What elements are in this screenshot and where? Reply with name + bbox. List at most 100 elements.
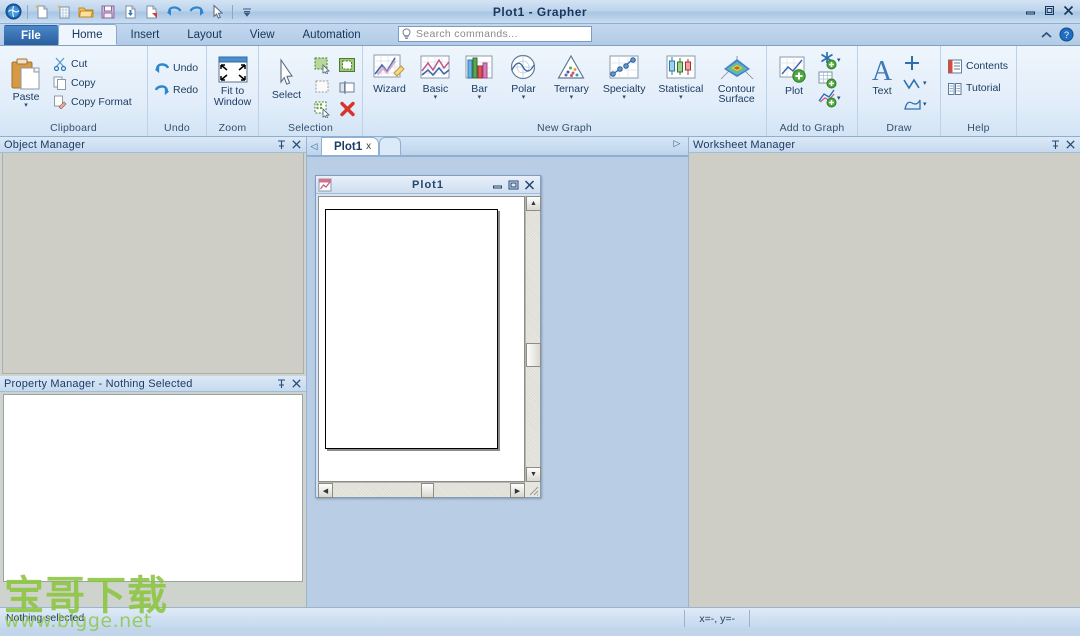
nav-prev-icon[interactable]: ◁ (307, 141, 321, 155)
bar-button[interactable]: Bar ▾ (458, 50, 501, 102)
nav-next-icon[interactable]: ▷ (670, 138, 684, 152)
select-arrow-icon[interactable] (208, 2, 228, 22)
basic-button[interactable]: Basic ▾ (413, 50, 458, 102)
add-table-button[interactable] (818, 70, 841, 89)
specialty-caret-icon[interactable]: ▾ (622, 94, 626, 101)
statistical-caret-icon[interactable]: ▾ (679, 94, 683, 101)
customize-qat-icon[interactable] (237, 2, 257, 22)
plot-button[interactable]: Plot (770, 50, 818, 99)
add-function-button[interactable]: ▾ (818, 51, 841, 70)
minimize-icon[interactable] (492, 180, 503, 190)
collapse-ribbon-icon[interactable] (1040, 30, 1053, 40)
worksheet-manager-content[interactable] (689, 153, 1080, 607)
invert-selection-icon[interactable] (335, 76, 359, 98)
select-similar-icon[interactable] (311, 98, 335, 120)
mdi-window-controls[interactable] (492, 179, 538, 190)
vertical-scroll-thumb[interactable] (526, 343, 541, 367)
vertical-scrollbar[interactable]: ▲ ▼ (525, 196, 541, 482)
fit-to-window-button[interactable]: Fit to Window (210, 50, 255, 110)
draw-polygon-button[interactable]: ▾ (903, 94, 927, 115)
help-icon[interactable]: ? (1059, 27, 1074, 42)
save-icon[interactable] (98, 2, 118, 22)
delete-red-x-icon[interactable] (335, 98, 359, 120)
specialty-button[interactable]: Specialty ▾ (597, 50, 652, 102)
tab-view[interactable]: View (236, 24, 289, 45)
export-icon[interactable] (142, 2, 162, 22)
deselect-icon[interactable] (311, 76, 335, 98)
horizontal-scrollbar[interactable]: ◀ ▶ (318, 482, 525, 498)
close-icon[interactable] (524, 179, 535, 190)
close-icon[interactable] (292, 378, 301, 389)
undo-button[interactable]: Undo (151, 57, 201, 79)
pin-icon[interactable] (277, 378, 286, 389)
draw-polygon-caret-icon[interactable]: ▾ (923, 101, 927, 108)
import-icon[interactable] (120, 2, 140, 22)
horizontal-scroll-thumb[interactable] (421, 483, 434, 498)
statistical-button[interactable]: Statistical ▾ (652, 50, 711, 102)
minimize-icon[interactable] (1023, 3, 1038, 17)
mdi-title-bar[interactable]: Plot1 (316, 176, 540, 194)
search-input[interactable]: Search commands... (398, 26, 592, 42)
close-icon[interactable] (1061, 3, 1076, 17)
document-tab-bar[interactable]: ◁ Plot1 x ▷ (307, 137, 688, 156)
doc-tab-close-icon[interactable]: x (366, 141, 371, 152)
select-object-icon[interactable] (335, 54, 359, 76)
copy-button[interactable]: Copy (49, 73, 135, 92)
doc-tab-plot1[interactable]: Plot1 x (321, 137, 380, 155)
polar-caret-icon[interactable]: ▾ (522, 94, 526, 101)
ribbon-right-controls[interactable]: ? (1040, 27, 1074, 42)
doc-tab-new[interactable] (379, 137, 402, 155)
scroll-right-button[interactable]: ▶ (510, 483, 525, 498)
resize-grip[interactable] (525, 482, 540, 497)
wizard-button[interactable]: Wizard (366, 50, 413, 97)
property-manager-content[interactable] (3, 394, 303, 582)
select-all-icon[interactable] (311, 54, 335, 76)
plot-canvas[interactable] (318, 196, 525, 482)
pin-icon[interactable] (277, 139, 286, 150)
select-button[interactable]: Select (262, 50, 311, 103)
maximize-icon[interactable] (1042, 3, 1057, 17)
undo-icon[interactable] (164, 2, 184, 22)
contents-button[interactable]: Contents (944, 55, 1011, 77)
app-menu-icon[interactable] (3, 2, 23, 22)
draw-polyline-caret-icon[interactable]: ▾ (923, 80, 927, 87)
new-plot-icon[interactable] (32, 2, 52, 22)
contour-surface-button[interactable]: Contour Surface (710, 50, 763, 106)
tab-home[interactable]: Home (57, 24, 117, 45)
add-fit-curve-button[interactable]: ▾ (818, 89, 841, 108)
draw-line-button[interactable] (903, 52, 927, 73)
window-controls[interactable] (1023, 3, 1076, 17)
redo-button[interactable]: Redo (151, 79, 201, 101)
scroll-up-button[interactable]: ▲ (526, 196, 541, 211)
add-fit-curve-caret-icon[interactable]: ▾ (837, 95, 841, 102)
tab-layout[interactable]: Layout (173, 24, 236, 45)
restore-icon[interactable] (508, 180, 519, 190)
cut-button[interactable]: Cut (49, 54, 135, 73)
copy-format-button[interactable]: Copy Format (49, 92, 135, 111)
bar-caret-icon[interactable]: ▾ (478, 94, 482, 101)
vertical-scroll-track[interactable] (526, 211, 541, 467)
close-icon[interactable] (292, 139, 301, 150)
close-icon[interactable] (1066, 139, 1075, 150)
pin-icon[interactable] (1051, 139, 1060, 150)
object-manager-content[interactable] (2, 153, 304, 374)
redo-icon[interactable] (186, 2, 206, 22)
add-function-caret-icon[interactable]: ▾ (837, 57, 841, 64)
new-worksheet-icon[interactable] (54, 2, 74, 22)
tab-insert[interactable]: Insert (117, 24, 174, 45)
paste-button[interactable]: Paste ▾ (3, 50, 49, 110)
ribbon-tab-strip[interactable]: File Home Insert Layout View Automation … (0, 24, 1080, 46)
scroll-left-button[interactable]: ◀ (318, 483, 333, 498)
scroll-down-button[interactable]: ▼ (526, 467, 541, 482)
polar-button[interactable]: Polar ▾ (501, 50, 546, 102)
plot-page[interactable] (325, 209, 498, 449)
quick-access-toolbar[interactable] (0, 2, 257, 22)
ternary-button[interactable]: Ternary ▾ (546, 50, 597, 102)
draw-polyline-button[interactable]: ▾ (903, 73, 927, 94)
basic-caret-icon[interactable]: ▾ (434, 94, 438, 101)
mdi-child-window[interactable]: Plot1 ▲ ▼ ◀ ▶ (315, 175, 541, 498)
horizontal-scroll-track[interactable] (333, 483, 510, 498)
tutorial-button[interactable]: Tutorial (944, 77, 1011, 99)
ternary-caret-icon[interactable]: ▾ (570, 94, 574, 101)
tab-automation[interactable]: Automation (289, 24, 375, 45)
